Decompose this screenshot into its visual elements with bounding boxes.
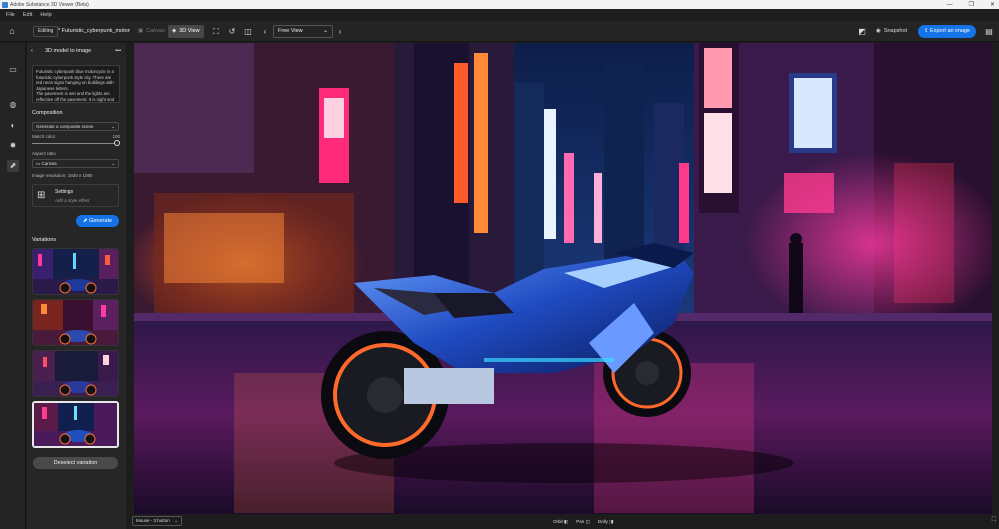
side-panel: ‹ 3D model to image ••• Futuristic cyber… [27,43,126,529]
canvas-icon: ▣ [138,28,144,34]
mouse-right-icon: ◨ [609,519,614,524]
window-title: Adobe Substance 3D Viewer (Beta) [10,1,89,8]
frame-icon[interactable]: ⛶ [211,26,221,37]
mouse-mode-value: Mouse - 3 button [136,518,170,523]
chevron-down-icon: ⌄ [322,28,328,34]
chevron-left-icon[interactable]: ‹ [260,26,270,37]
menu-help[interactable]: Help [40,12,51,18]
composition-value: Generate a composite scene [36,124,94,129]
match-color-slider-track[interactable] [32,143,116,144]
snapshot-label: Snapshot [883,28,908,34]
settings-title: Settings [55,189,74,195]
scene-icon[interactable]: ◍ [7,99,19,111]
mouse-mode-select[interactable]: Mouse - 3 button ⌄ [132,516,182,526]
match-color-value: 100 [112,134,120,139]
menu-edit[interactable]: Edit [23,12,32,18]
canvas-mode-label: Canvas [146,28,165,34]
environment-icon[interactable]: ◩ [857,26,867,37]
mouse-left-icon: ◧ [564,519,569,524]
3d-viewport[interactable] [134,43,992,514]
cube-icon: ◈ [172,28,177,34]
editing-badge[interactable]: Editing [33,26,59,37]
chevron-right-icon[interactable]: › [335,26,345,37]
image-resolution-text: Image resolution: 1920 x 1080 [32,173,93,178]
menu-file[interactable]: File [6,12,15,18]
generate-image-icon[interactable]: ⬈ [7,160,19,172]
camera-view-select[interactable]: Free View ⌄ [273,25,333,38]
prompt-input[interactable]: Futuristic cyberpunk blue motorcycle in … [32,65,120,103]
document-title: * Futuristic_cyberpunk_motorcycle [58,28,130,34]
export-image-button[interactable]: ⇪ Export an image [918,25,976,38]
chevron-down-icon: ⌄ [111,124,115,129]
panel-header: ‹ 3D model to image ••• [31,46,123,56]
lighting-icon[interactable]: ✹ [7,140,19,152]
match-color-slider-thumb[interactable] [114,140,120,146]
back-icon[interactable]: ‹ [31,46,33,56]
comments-icon[interactable]: ▤ [984,26,994,37]
menu-bar: File Edit Help [0,9,999,21]
settings-card[interactable]: ⊞ Settings Add a style effect [32,184,119,207]
snapshot-icon: ◉ [876,28,881,34]
mouse-middle-icon: ◫ [585,519,590,524]
left-tool-rail: ▭ ◍ ◐ ✹ ⬈ [0,43,26,529]
close-icon[interactable]: ✕ [990,1,995,8]
camera-icon[interactable]: ◫ [243,26,253,37]
top-toolbar: ⌂ Editing * Futuristic_cyberpunk_motorcy… [0,21,999,42]
folder-icon[interactable]: ▭ [7,64,19,76]
export-label: Export an image [930,28,971,34]
match-color-label: Match color [32,134,56,139]
variation-thumbnail[interactable] [32,248,119,295]
camera-view-value: Free View [278,28,303,34]
navigation-hints: Orbit ◧ Pan ◫ Dolly ◨ [553,517,613,526]
reset-view-icon[interactable]: ↺ [227,26,237,37]
dolly-hint: Dolly ◨ [597,519,614,524]
composition-label: Composition [32,110,63,116]
home-icon[interactable]: ⌂ [7,26,17,36]
fit-view-icon[interactable]: ⛶ [992,517,996,524]
style-settings-icon: ⊞ [37,190,46,201]
chevron-down-icon: ⌄ [174,518,178,523]
generate-label: Generate [89,218,113,224]
generate-button[interactable]: ⬈ Generate [76,215,119,227]
orbit-hint: Orbit ◧ [553,519,569,524]
aspect-ratio-value: Canvas [41,161,57,166]
materials-icon[interactable]: ◐ [7,120,19,132]
chevron-down-icon: ⌄ [111,161,115,166]
maximize-icon[interactable]: ❐ [969,1,974,8]
snapshot-button[interactable]: ◉ Snapshot [876,26,907,37]
variations-label: Variations [32,237,57,243]
deselect-variation-button[interactable]: Deselect variation [33,457,118,469]
pan-hint: Pan ◫ [576,519,590,524]
window-titlebar: Adobe Substance 3D Viewer (Beta) — ❐ ✕ [0,0,999,9]
3d-view-mode-button[interactable]: ◈ 3D View [168,25,204,38]
panel-title: 3D model to image [45,48,92,54]
variation-thumbnail[interactable] [32,350,119,397]
rendered-scene-image [134,43,992,514]
minimize-icon[interactable]: — [947,2,953,8]
variation-thumbnail[interactable] [32,299,119,346]
canvas-mode-button[interactable]: ▣ Canvas [134,25,169,38]
composition-select[interactable]: Generate a composite scene ⌄ [32,122,119,131]
3d-view-label: 3D View [179,28,200,34]
settings-subtitle: Add a style effect [55,198,90,203]
aspect-ratio-select[interactable]: ▭ Canvas ⌄ [32,159,119,168]
app-logo-icon [2,1,8,8]
window-controls: — ❐ ✕ [947,0,995,9]
more-options-icon[interactable]: ••• [115,46,121,56]
variation-thumbnail-selected[interactable] [32,401,119,448]
status-bar: Mouse - 3 button ⌄ Orbit ◧ Pan ◫ Dolly ◨… [127,514,999,529]
aspect-ratio-label: Aspect ratio [32,151,56,156]
